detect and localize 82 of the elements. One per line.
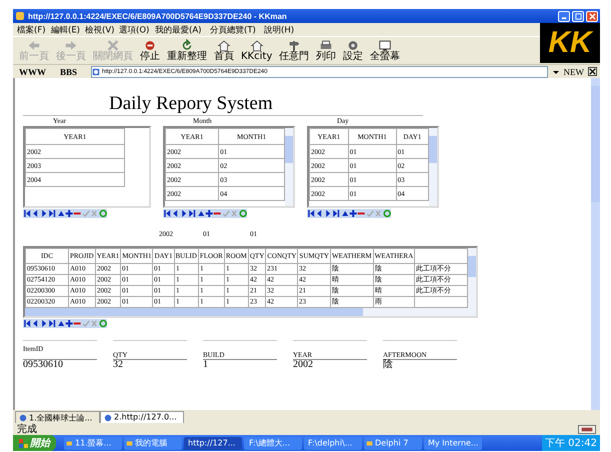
taskbar-button[interactable]: F:\delphi\... [304,436,362,450]
status-icon [578,424,596,434]
signpost-icon [287,39,302,52]
link-button[interactable]: BBS [60,66,78,76]
monitor-icon [378,39,392,52]
maximize-button[interactable] [572,10,584,22]
plus-icon[interactable] [64,209,74,218]
menu-item[interactable]: 編輯(E) [50,24,80,36]
toolbar-button[interactable]: 全螢幕 [367,39,404,62]
up-triangle-icon[interactable] [56,209,65,218]
last-record-icon[interactable] [188,209,197,218]
taskbar-button[interactable]: http://127... [184,436,242,450]
input-field[interactable]: 2002 [293,359,367,370]
back-arrow-icon [27,39,41,52]
close-icon [106,39,120,52]
first-record-icon[interactable] [23,319,32,328]
menu-item[interactable]: 選項(O) [119,24,150,36]
page-icon [19,414,27,422]
toolbar-button[interactable]: 列印 [313,39,340,62]
new-link[interactable]: NEW [564,66,584,76]
close-icon[interactable] [588,67,597,76]
menu-item[interactable]: 我的最愛(A) [155,24,202,36]
menu-item[interactable]: 分頁總覽(T) [210,24,256,36]
first-record-icon[interactable] [307,209,316,218]
toolbar-button[interactable]: 任意門 [276,39,312,62]
input-field[interactable]: 1 [203,359,277,370]
horizontal-scrollbar[interactable] [25,308,476,316]
vertical-scrollbar[interactable] [429,128,437,206]
up-triangle-icon[interactable] [196,209,205,218]
first-record-icon[interactable] [23,209,32,218]
page-tab[interactable]: 2.http://127.0... [100,411,184,423]
home-icon [217,39,231,52]
logo: KK [540,23,600,63]
page-heading: Daily Repory System [109,94,274,114]
page-icon [104,414,112,422]
last-record-icon[interactable] [332,209,341,218]
taskbar-button[interactable]: 11.螢幕... [64,436,122,450]
toolbar-button[interactable]: KKcity [238,39,276,62]
gear-icon [346,39,360,52]
toolbar-button[interactable]: 停止 [137,39,163,62]
input-field[interactable]: 32 [113,359,187,370]
page-icon [92,68,100,76]
taskbar-button[interactable]: F:\總體大... [244,436,302,450]
printer-icon [319,39,334,52]
last-record-icon[interactable] [48,209,57,218]
close-button[interactable] [586,10,598,22]
taskbar-button[interactable]: Delphi 7 [364,436,422,450]
menu-item[interactable]: 檢視(V) [84,24,114,36]
minimize-button[interactable] [558,10,570,22]
clock: 下午 02:42 [545,437,597,450]
taskbar-button[interactable]: 我的電腦 [124,436,182,450]
plus-icon[interactable] [204,209,214,218]
flag-icon [19,438,28,448]
refresh-icon [180,39,194,52]
forward-arrow-icon [64,39,78,52]
vertical-scrollbar[interactable] [591,78,600,410]
stop-icon [143,39,157,52]
page-tab[interactable]: 1.全國棒球士論... [15,411,100,423]
taskbar-button[interactable]: My Interne... [424,436,482,450]
input-field[interactable]: 09530610 [23,359,97,370]
toolbar-button[interactable]: 設定 [340,39,366,62]
status-text: 完成 [17,422,37,436]
first-record-icon[interactable] [163,209,172,218]
app-icon [15,11,25,21]
toolbar-button[interactable]: 首頁 [211,39,237,62]
up-triangle-icon[interactable] [340,209,349,218]
input-field[interactable]: 陰 [383,359,457,370]
plus-icon[interactable] [64,319,74,328]
toolbar-button[interactable]: 重新整理 [164,39,210,62]
plus-icon[interactable] [348,209,358,218]
last-record-icon[interactable] [48,319,57,328]
maximize-icon [574,12,582,20]
start-button[interactable]: 開始 [13,435,56,451]
vertical-scrollbar[interactable] [285,128,293,206]
home-icon [250,39,264,52]
vertical-scrollbar[interactable] [468,248,476,308]
link-button[interactable]: WWW [19,66,46,76]
window-title: http://127.0.0.1:4224/EXEC/6/E809A700D5764E9D337DE240 - KKman [28,12,287,20]
up-triangle-icon[interactable] [56,319,65,328]
close-icon [588,12,596,20]
menu-item[interactable]: 檔案(F) [17,24,46,36]
menu-item[interactable]: 說明(H) [264,24,294,36]
